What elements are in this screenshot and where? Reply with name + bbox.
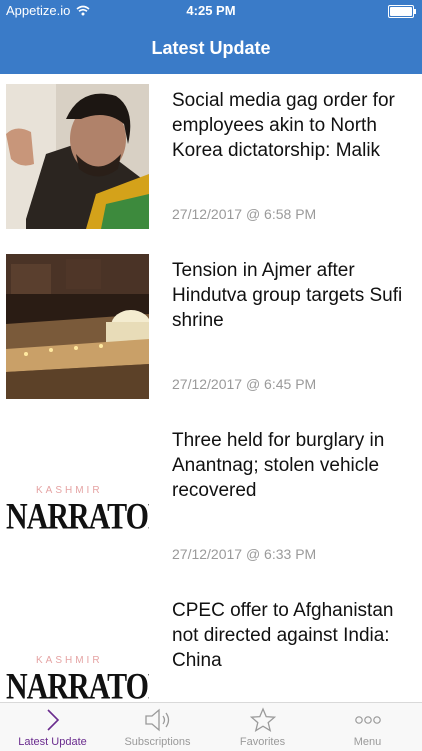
tab-latest-update[interactable]: Latest Update — [0, 703, 105, 751]
article-title[interactable]: Social media gag order for employees aki… — [172, 88, 416, 163]
battery-icon — [388, 5, 416, 18]
news-item[interactable]: Social media gag order for employees aki… — [0, 74, 422, 242]
news-item[interactable]: Tension in Ajmer after Hindutva group ta… — [0, 244, 422, 412]
news-feed[interactable]: Social media gag order for employees aki… — [0, 74, 422, 702]
article-thumbnail[interactable] — [6, 254, 149, 399]
more-dots-icon — [354, 716, 381, 724]
kashmir-narrator-logo[interactable]: KASHMIR NARRATOR — [6, 594, 149, 702]
kashmir-narrator-logo[interactable]: KASHMIR NARRATOR — [6, 424, 149, 569]
star-icon — [249, 707, 276, 732]
article-thumbnail[interactable] — [6, 84, 149, 229]
tab-bar: Latest Update Subscriptions Favorites Me… — [0, 702, 422, 751]
article-title[interactable]: Tension in Ajmer after Hindutva group ta… — [172, 258, 416, 333]
article-title[interactable]: CPEC offer to Afghanistan not directed a… — [172, 598, 416, 673]
news-item[interactable]: KASHMIR NARRATOR CPEC offer to Afghanist… — [0, 584, 422, 702]
clock: 4:25 PM — [186, 3, 236, 18]
article-title[interactable]: Three held for burglary in Anantnag; sto… — [172, 428, 416, 503]
status-bar: Appetize.io 4:25 PM — [0, 0, 422, 22]
tab-subscriptions[interactable]: Subscriptions — [105, 703, 210, 751]
article-date: 27/12/2017 @ 6:45 PM — [172, 376, 317, 392]
tab-favorites[interactable]: Favorites — [210, 703, 315, 751]
article-date: 27/12/2017 @ 6:58 PM — [172, 206, 317, 222]
news-item[interactable]: KASHMIR NARRATOR Three held for burglary… — [0, 414, 422, 582]
page-title: Latest Update — [151, 37, 271, 58]
nav-bar: Latest Update — [0, 22, 422, 74]
speaker-icon — [144, 708, 169, 732]
chevron-right-icon — [46, 709, 59, 731]
article-date: 27/12/2017 @ 6:33 PM — [172, 546, 317, 562]
tab-menu[interactable]: Menu — [315, 703, 420, 751]
